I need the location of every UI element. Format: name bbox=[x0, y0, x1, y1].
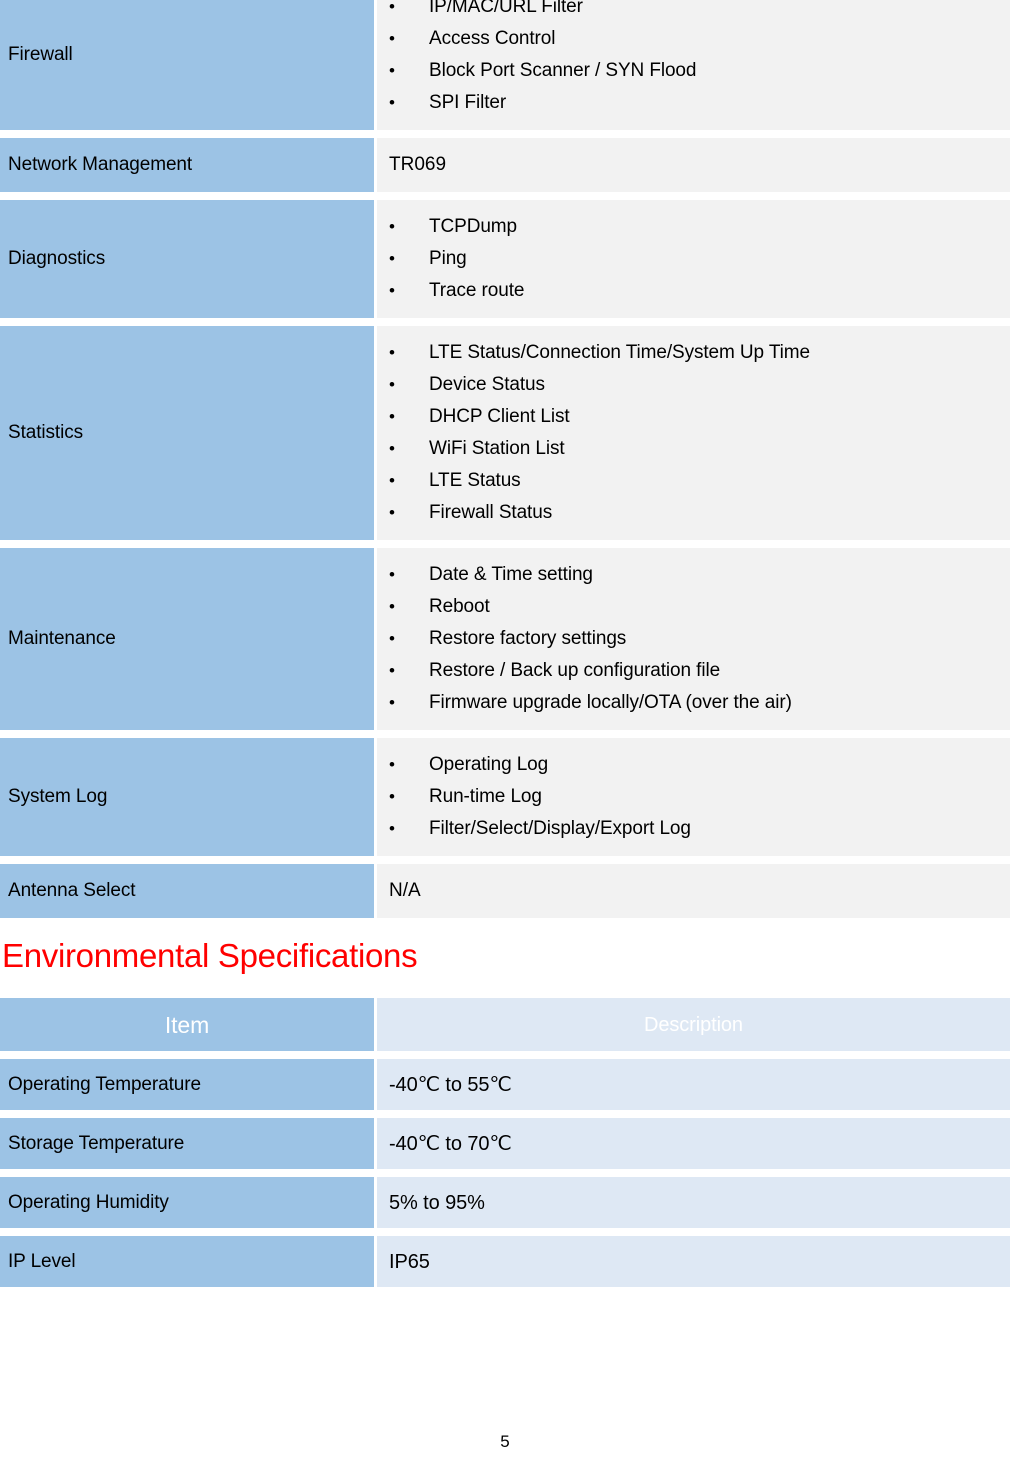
environmental-table-row: Operating Humidity 5% to 95% bbox=[0, 1177, 1010, 1228]
features-bullet-item: LTE Status/Connection Time/System Up Tim… bbox=[377, 337, 1010, 369]
features-bullet-item: Restore / Back up configuration file bbox=[377, 655, 1010, 687]
features-row-value: Operating LogRun-time LogFilter/Select/D… bbox=[377, 738, 1010, 856]
features-table-row: System LogOperating LogRun-time LogFilte… bbox=[0, 738, 1010, 856]
environmental-row-label: Storage Temperature bbox=[0, 1118, 374, 1169]
features-bullet-item: Filter/Select/Display/Export Log bbox=[377, 813, 1010, 845]
environmental-header-description: Description bbox=[377, 998, 1010, 1051]
features-bullet-item: Access Control bbox=[377, 23, 1010, 55]
features-bullet-list: IP/MAC/URL FilterAccess ControlBlock Por… bbox=[377, 0, 1010, 119]
features-row-value: TR069 bbox=[377, 138, 1010, 192]
features-bullet-list: Operating LogRun-time LogFilter/Select/D… bbox=[377, 749, 1010, 845]
features-bullet-item: Operating Log bbox=[377, 749, 1010, 781]
features-bullet-item: Firmware upgrade locally/OTA (over the a… bbox=[377, 687, 1010, 719]
features-bullet-item: Ping bbox=[377, 243, 1010, 275]
features-bullet-list: Date & Time settingRebootRestore factory… bbox=[377, 559, 1010, 719]
features-spec-table: FirewallIP/MAC/URL FilterAccess ControlB… bbox=[0, 0, 1010, 926]
environmental-row-label: Operating Humidity bbox=[0, 1177, 374, 1228]
environmental-row-value: -40℃ to 70℃ bbox=[377, 1118, 1010, 1169]
features-table-row: Antenna Select N/A bbox=[0, 864, 1010, 918]
environmental-row-label: IP Level bbox=[0, 1236, 374, 1287]
features-bullet-item: Trace route bbox=[377, 275, 1010, 307]
environmental-row-value: 5% to 95% bbox=[377, 1177, 1010, 1228]
environmental-spec-table: Item Description Operating Temperature -40℃… bbox=[0, 998, 1010, 1295]
features-row-label: Firewall bbox=[0, 0, 374, 130]
features-row-value: IP/MAC/URL FilterAccess ControlBlock Por… bbox=[377, 0, 1010, 130]
features-bullet-item: SPI Filter bbox=[377, 87, 1010, 119]
features-table-row: StatisticsLTE Status/Connection Time/Sys… bbox=[0, 326, 1010, 540]
environmental-header-item: Item bbox=[0, 998, 374, 1051]
environmental-row-label: Operating Temperature bbox=[0, 1059, 374, 1110]
features-row-value: LTE Status/Connection Time/System Up Tim… bbox=[377, 326, 1010, 540]
features-table-row: MaintenanceDate & Time settingRebootRest… bbox=[0, 548, 1010, 730]
features-bullet-item: Restore factory settings bbox=[377, 623, 1010, 655]
features-bullet-item: Device Status bbox=[377, 369, 1010, 401]
features-bullet-item: IP/MAC/URL Filter bbox=[377, 0, 1010, 23]
environmental-specifications-heading: Environmental Specifications bbox=[2, 937, 418, 974]
features-bullet-item: TCPDump bbox=[377, 211, 1010, 243]
features-bullet-item: Block Port Scanner / SYN Flood bbox=[377, 55, 1010, 87]
document-page: FirewallIP/MAC/URL FilterAccess ControlB… bbox=[0, 0, 1010, 1471]
environmental-table-row: Operating Temperature -40℃ to 55℃ bbox=[0, 1059, 1010, 1110]
environmental-row-value: -40℃ to 55℃ bbox=[377, 1059, 1010, 1110]
features-bullet-item: Date & Time setting bbox=[377, 559, 1010, 591]
environmental-row-value: IP65 bbox=[377, 1236, 1010, 1287]
features-bullet-item: DHCP Client List bbox=[377, 401, 1010, 433]
features-row-label: System Log bbox=[0, 738, 374, 856]
features-row-label: Antenna Select bbox=[0, 864, 374, 918]
features-row-value: Date & Time settingRebootRestore factory… bbox=[377, 548, 1010, 730]
features-row-label: Statistics bbox=[0, 326, 374, 540]
features-bullet-item: WiFi Station List bbox=[377, 433, 1010, 465]
features-bullet-list: TCPDumpPingTrace route bbox=[377, 211, 1010, 307]
environmental-table-row: IP Level IP65 bbox=[0, 1236, 1010, 1287]
features-bullet-item: LTE Status bbox=[377, 465, 1010, 497]
features-row-label: Network Management bbox=[0, 138, 374, 192]
features-table-row: DiagnosticsTCPDumpPingTrace route bbox=[0, 200, 1010, 318]
environmental-table-row: Storage Temperature -40℃ to 70℃ bbox=[0, 1118, 1010, 1169]
page-number: 5 bbox=[500, 1432, 510, 1451]
features-bullet-item: Reboot bbox=[377, 591, 1010, 623]
features-bullet-item: Run-time Log bbox=[377, 781, 1010, 813]
features-row-value: N/A bbox=[377, 864, 1010, 918]
features-row-label: Maintenance bbox=[0, 548, 374, 730]
features-row-label: Diagnostics bbox=[0, 200, 374, 318]
features-bullet-item: Firewall Status bbox=[377, 497, 1010, 529]
features-table-row: Network Management TR069 bbox=[0, 138, 1010, 192]
environmental-table-header-row: Item Description bbox=[0, 998, 1010, 1051]
features-table-row: FirewallIP/MAC/URL FilterAccess ControlB… bbox=[0, 0, 1010, 130]
features-bullet-list: LTE Status/Connection Time/System Up Tim… bbox=[377, 337, 1010, 529]
features-row-value: TCPDumpPingTrace route bbox=[377, 200, 1010, 318]
